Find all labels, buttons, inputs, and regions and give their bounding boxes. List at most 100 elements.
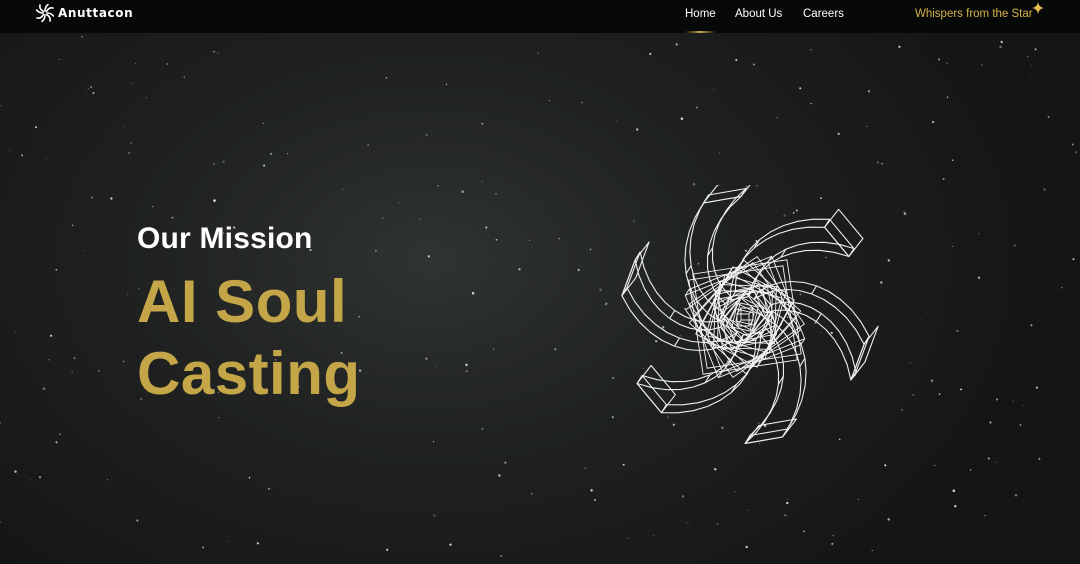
star-dot bbox=[83, 250, 85, 252]
nav-home-link[interactable]: Home bbox=[685, 6, 716, 33]
star-dot bbox=[222, 160, 225, 163]
star-dot bbox=[481, 427, 484, 430]
star-dot bbox=[437, 184, 439, 187]
star-dot bbox=[1012, 400, 1014, 402]
star-dot bbox=[73, 357, 76, 360]
star-dot bbox=[110, 197, 113, 200]
star-dot bbox=[127, 293, 129, 295]
star-dot bbox=[903, 210, 905, 212]
star-dot bbox=[989, 421, 992, 424]
star-dot bbox=[152, 205, 154, 208]
star-dot bbox=[465, 370, 468, 373]
star-dot bbox=[432, 440, 435, 443]
star-dot bbox=[465, 363, 468, 367]
star-dot bbox=[884, 464, 887, 467]
star-dot bbox=[548, 99, 550, 102]
nav-whispers-from-the-star-link[interactable]: Whispers from the Star bbox=[915, 6, 1033, 22]
star-dot bbox=[71, 370, 73, 373]
star-dot bbox=[59, 433, 61, 435]
star-dot bbox=[287, 153, 289, 155]
star-dot bbox=[342, 188, 344, 190]
star-dot bbox=[909, 362, 911, 364]
star-dot bbox=[419, 218, 422, 221]
star-dot bbox=[554, 348, 557, 351]
star-dot bbox=[912, 393, 915, 396]
star-dot bbox=[386, 548, 389, 551]
hero-title-line-1: AI Soul bbox=[137, 268, 348, 335]
star-dot bbox=[97, 370, 100, 372]
star-dot bbox=[529, 239, 531, 241]
star-dot bbox=[504, 461, 507, 464]
star-dot bbox=[980, 64, 983, 66]
star-dot bbox=[533, 99, 535, 101]
star-dot bbox=[1030, 324, 1033, 327]
pinwheel-arm-cap bbox=[850, 325, 879, 381]
star-dot bbox=[734, 491, 736, 493]
star-dot bbox=[627, 537, 629, 539]
star-dot bbox=[14, 470, 17, 473]
star-dot bbox=[1035, 386, 1038, 389]
star-dot bbox=[385, 77, 388, 79]
pinwheel-arm-cap bbox=[744, 418, 798, 445]
pinwheel-arm-back bbox=[734, 218, 855, 293]
star-dot bbox=[135, 63, 136, 64]
star-dot bbox=[481, 122, 484, 125]
star-dot bbox=[713, 89, 715, 91]
top-navbar: Anuttacon Home About Us Careers Whispers… bbox=[0, 0, 1080, 33]
star-dot bbox=[1000, 40, 1003, 44]
star-dot bbox=[130, 142, 132, 144]
star-dot bbox=[695, 106, 698, 109]
star-dot bbox=[81, 35, 84, 38]
star-dot bbox=[590, 489, 593, 492]
brand-name: Anuttacon bbox=[58, 6, 134, 20]
star-dot bbox=[857, 498, 859, 500]
star-dot bbox=[15, 331, 17, 333]
star-dot bbox=[9, 149, 11, 151]
star-dot bbox=[183, 76, 185, 78]
star-dot bbox=[48, 359, 50, 361]
star-dot bbox=[1074, 151, 1077, 154]
star-dot bbox=[34, 126, 37, 129]
star-dot bbox=[90, 86, 92, 88]
star-dot bbox=[171, 216, 174, 219]
star-dot bbox=[367, 143, 370, 146]
star-dot bbox=[1047, 116, 1050, 118]
landing-page: Anuttacon Home About Us Careers Whispers… bbox=[0, 0, 1080, 564]
star-dot bbox=[217, 52, 219, 54]
star-dot bbox=[495, 193, 497, 195]
star-dot bbox=[425, 357, 428, 360]
star-dot bbox=[951, 159, 954, 161]
star-dot bbox=[871, 549, 873, 552]
star-dot bbox=[449, 543, 452, 546]
star-dot bbox=[248, 476, 251, 479]
brand-logo[interactable]: Anuttacon bbox=[36, 4, 133, 22]
star-dot bbox=[1022, 404, 1024, 407]
nav-careers-link[interactable]: Careers bbox=[803, 6, 844, 22]
star-dot bbox=[957, 330, 959, 332]
star-dot bbox=[262, 122, 265, 125]
star-dot bbox=[270, 152, 272, 155]
star-dot bbox=[821, 180, 823, 182]
star-dot bbox=[649, 52, 652, 56]
star-dot bbox=[95, 253, 97, 255]
star-dot bbox=[122, 125, 124, 128]
star-dot bbox=[0, 521, 1, 523]
star-dot bbox=[747, 509, 749, 511]
star-dot bbox=[995, 461, 997, 463]
star-dot bbox=[745, 545, 748, 549]
star-dot bbox=[887, 518, 890, 521]
star-dot bbox=[55, 268, 58, 271]
pinwheel-arm-cap bbox=[824, 208, 864, 258]
star-dot bbox=[87, 88, 89, 90]
pinwheel-edge bbox=[669, 310, 676, 319]
star-dot bbox=[984, 514, 986, 517]
star-dot bbox=[1043, 188, 1046, 191]
star-dot bbox=[0, 104, 3, 107]
star-dot bbox=[652, 534, 654, 536]
star-dot bbox=[1071, 143, 1074, 146]
star-dot bbox=[622, 463, 625, 466]
star-dot bbox=[1072, 258, 1075, 261]
star-dot bbox=[954, 505, 957, 508]
nav-about-us-link[interactable]: About Us bbox=[735, 6, 782, 22]
star-dot bbox=[687, 522, 689, 524]
